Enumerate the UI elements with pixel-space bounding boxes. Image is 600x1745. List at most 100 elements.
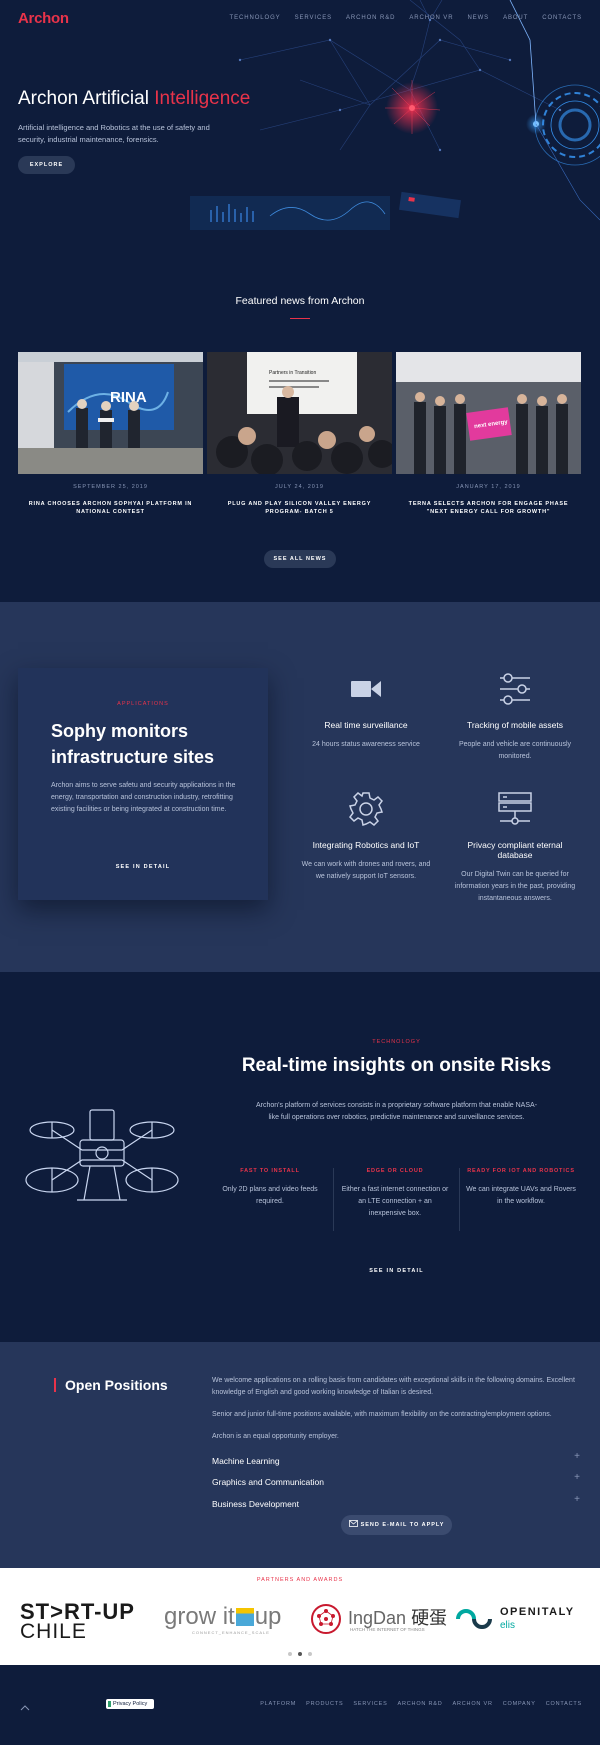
nav-item-services[interactable]: Services bbox=[295, 15, 332, 21]
news-image[interactable]: next energy bbox=[396, 352, 581, 474]
plus-icon[interactable]: + bbox=[574, 1494, 580, 1505]
feature-tracking-mobile-assets: Tracking of mobile assets People and veh… bbox=[450, 670, 580, 763]
nav-item-archon-vr[interactable]: Archon VR bbox=[409, 15, 453, 21]
tech-column-description: Either a fast internet connection or an … bbox=[341, 1186, 449, 1217]
brand-logo[interactable]: Archon bbox=[18, 10, 69, 27]
envelope-icon bbox=[348, 1520, 358, 1527]
feature-title: Tracking of mobile assets bbox=[466, 720, 564, 730]
news-card[interactable]: RINA September 25, 2019 RINA chooses Arc… bbox=[18, 352, 203, 516]
news-section-title: Featured news from Archon bbox=[235, 295, 365, 307]
feature-description: 24 hours status awareness service bbox=[312, 741, 420, 748]
see-all-news-button[interactable]: See all news bbox=[264, 550, 336, 568]
gear-icon bbox=[301, 790, 431, 828]
logo-text: IngDan bbox=[348, 1608, 407, 1628]
positions-paragraph: Archon is an equal opportunity employer. bbox=[212, 1433, 339, 1440]
tech-column-kicker: Ready for IoT and Robotics bbox=[467, 1168, 575, 1174]
positions-paragraph: Senior and junior full-time positions av… bbox=[212, 1411, 552, 1418]
title-underline bbox=[290, 318, 310, 319]
footer-link-archon-vr[interactable]: Archon VR bbox=[453, 1701, 493, 1707]
footer-link-services[interactable]: Services bbox=[353, 1701, 387, 1707]
feature-title: Privacy compliant eternal database bbox=[467, 840, 563, 860]
hero-title: Archon Artificial Intelligence bbox=[18, 88, 250, 110]
partners-kicker: Partners and Awards bbox=[256, 1577, 344, 1583]
logo-text: up bbox=[254, 1603, 282, 1630]
hero-illustration bbox=[190, 0, 600, 230]
see-in-detail-link[interactable]: See in detail bbox=[18, 864, 268, 870]
news-image-text: Partners in Transition bbox=[269, 370, 316, 376]
applications-title: Sophy monitors infrastructure sites bbox=[51, 721, 215, 767]
footer-link-archon-rd[interactable]: Archon R&D bbox=[398, 1701, 443, 1707]
tech-column-kicker: Edge or Cloud bbox=[366, 1168, 424, 1174]
position-item-business-development[interactable]: Business Development + bbox=[212, 1494, 580, 1509]
position-label: Machine Learning bbox=[212, 1456, 280, 1466]
technology-kicker: Technology bbox=[372, 1039, 421, 1045]
scroll-to-top-icon[interactable] bbox=[20, 1698, 30, 1716]
carousel-dot[interactable] bbox=[308, 1652, 312, 1656]
news-card[interactable]: next energy January 17, 2019 Terna selec… bbox=[396, 352, 581, 516]
main-nav: Technology Services Archon R&D Archon VR… bbox=[230, 15, 582, 21]
see-in-detail-link[interactable]: See in detail bbox=[220, 1268, 573, 1274]
divider bbox=[459, 1168, 460, 1231]
feature-eternal-database: Privacy compliant eternal database Our D… bbox=[450, 790, 580, 905]
footer-nav: Platform Products Services Archon R&D Ar… bbox=[260, 1701, 582, 1707]
news-date: September 25, 2019 bbox=[73, 484, 148, 490]
news-date: July 24, 2019 bbox=[275, 484, 324, 490]
applications-card: Applications Sophy monitors infrastructu… bbox=[18, 668, 268, 900]
position-item-machine-learning[interactable]: Machine Learning + bbox=[212, 1451, 580, 1466]
title-accent-bar bbox=[54, 1378, 56, 1392]
growitup-logo[interactable]: grow it up CONNECT_ENHANCE_SCALE bbox=[164, 1604, 292, 1642]
applications-description: Archon aims to serve safetu and security… bbox=[51, 782, 236, 813]
hero-title-main: Archon Artificial bbox=[18, 88, 155, 109]
hero-subtitle: Artificial intelligence and Robotics at … bbox=[18, 123, 210, 144]
logo-text: grow it bbox=[164, 1603, 235, 1630]
nav-item-archon-rd[interactable]: Archon R&D bbox=[346, 15, 395, 21]
tech-column-iot-robotics: Ready for IoT and Robotics We can integr… bbox=[465, 1168, 577, 1208]
footer-link-platform[interactable]: Platform bbox=[260, 1701, 296, 1707]
drone-illustration bbox=[25, 1109, 179, 1201]
explore-button[interactable]: Explore bbox=[18, 156, 75, 174]
technology-description: Archon's platform of services consists i… bbox=[255, 1102, 538, 1121]
tech-column-fast-install: Fast to install Only 2D plans and video … bbox=[214, 1168, 326, 1208]
news-headline[interactable]: RINA chooses Archon SophyAI Platform in … bbox=[18, 500, 203, 516]
plus-icon[interactable]: + bbox=[574, 1472, 580, 1483]
nav-item-news[interactable]: News bbox=[467, 15, 489, 21]
send-email-apply-button[interactable]: Send e-mail to apply bbox=[341, 1515, 452, 1535]
ingdan-mark-icon bbox=[311, 1604, 341, 1634]
ingdan-logo[interactable]: IngDan 硬蛋 HATCH THE INTERNET OF THINGS bbox=[310, 1602, 447, 1640]
plus-icon[interactable]: + bbox=[574, 1451, 580, 1462]
startup-chile-logo[interactable]: ST>RT-UP CHILE bbox=[20, 1601, 150, 1643]
nav-item-about[interactable]: About bbox=[503, 15, 528, 21]
carousel-dot[interactable] bbox=[288, 1652, 292, 1656]
nav-item-contacts[interactable]: Contacts bbox=[542, 15, 582, 21]
footer-link-products[interactable]: Products bbox=[306, 1701, 343, 1707]
footer-link-company[interactable]: Company bbox=[503, 1701, 536, 1707]
privacy-policy-badge[interactable]: Privacy Policy bbox=[106, 1699, 154, 1709]
openitaly-mark-icon bbox=[456, 1609, 492, 1629]
footer-link-contacts[interactable]: Contacts bbox=[546, 1701, 582, 1707]
news-image[interactable]: RINA bbox=[18, 352, 203, 474]
logo-subtext: HATCH THE INTERNET OF THINGS bbox=[350, 1627, 425, 1632]
hero-title-accent: Intelligence bbox=[154, 88, 251, 109]
technology-title: Real-time insights on onsite Risks bbox=[241, 1055, 552, 1076]
news-headline[interactable]: Plug and Play Silicon Valley Energy Prog… bbox=[207, 500, 392, 516]
news-date: January 17, 2019 bbox=[456, 484, 521, 490]
feature-description: People and vehicle are continuously moni… bbox=[458, 741, 572, 760]
tech-column-edge-cloud: Edge or Cloud Either a fast internet con… bbox=[339, 1168, 451, 1220]
openitaly-logo[interactable]: OPENITALY elis bbox=[454, 1603, 584, 1639]
feature-title: Real time surveillance bbox=[324, 720, 408, 730]
logo-text: OPENITALY bbox=[500, 1606, 575, 1618]
tech-column-kicker: Fast to install bbox=[240, 1168, 300, 1174]
video-camera-icon bbox=[301, 670, 431, 708]
logo-subtext: elis bbox=[500, 1620, 516, 1631]
feature-real-time-surveillance: Real time surveillance 24 hours status a… bbox=[301, 670, 431, 751]
nav-item-technology[interactable]: Technology bbox=[230, 15, 281, 21]
feature-title: Integrating Robotics and IoT bbox=[312, 840, 420, 850]
carousel-dot-active[interactable] bbox=[298, 1652, 302, 1656]
news-headline[interactable]: Terna selects Archon for Engage phase "N… bbox=[396, 500, 581, 516]
feature-robotics-iot: Integrating Robotics and IoT We can work… bbox=[301, 790, 431, 883]
position-item-graphics[interactable]: Graphics and Communication + bbox=[212, 1472, 580, 1487]
tech-column-description: Only 2D plans and video feeds required. bbox=[222, 1186, 318, 1205]
news-image[interactable]: Partners in Transition bbox=[207, 352, 392, 474]
arrow-icon bbox=[235, 1608, 254, 1626]
news-card[interactable]: Partners in Transition July 24, 2019 Plu… bbox=[207, 352, 392, 516]
